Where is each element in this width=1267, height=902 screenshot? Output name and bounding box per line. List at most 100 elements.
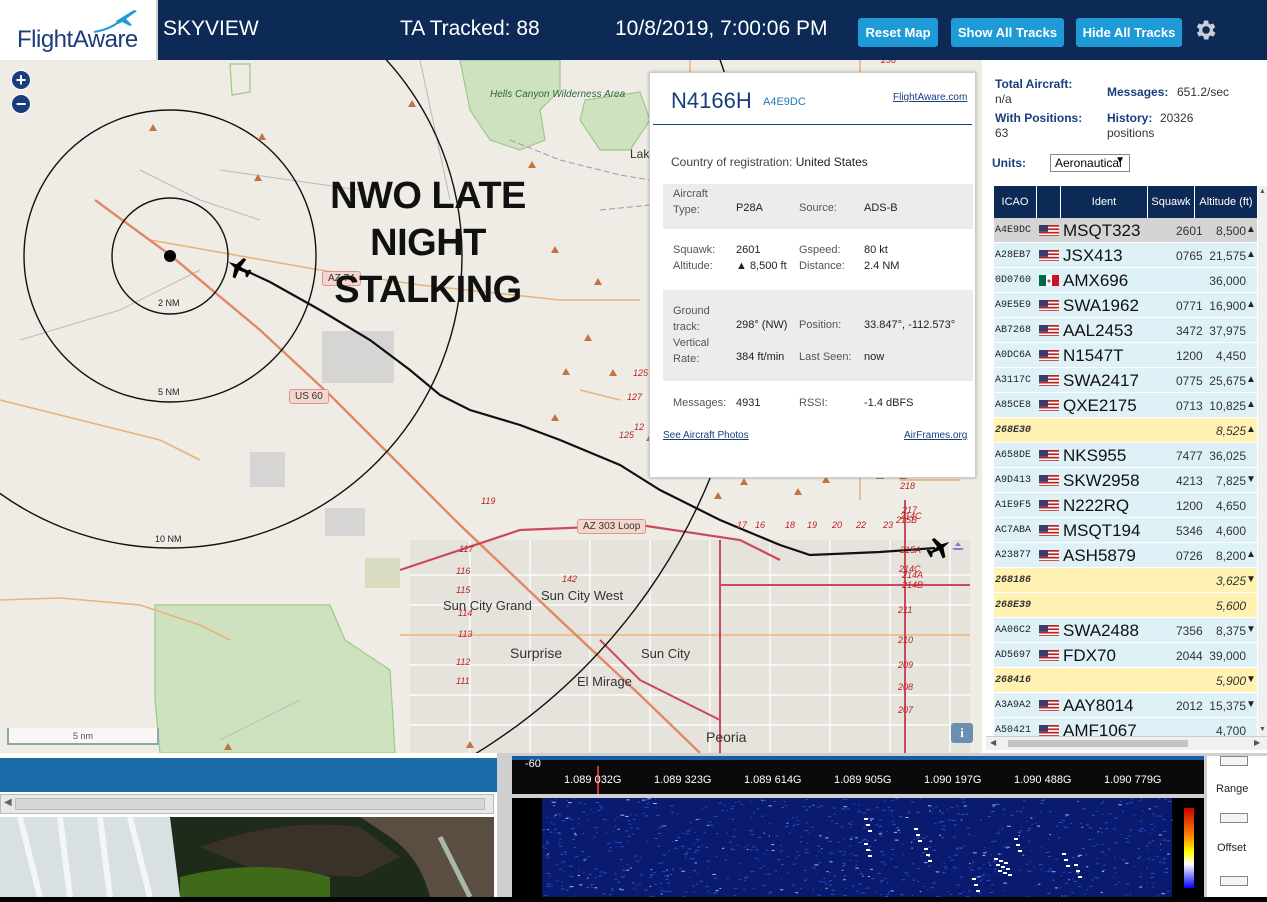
az303-shield: AZ 303 Loop <box>577 519 646 534</box>
db-label: -60 <box>525 758 541 770</box>
table-row[interactable]: 2684165,900▼ <box>994 668 1257 693</box>
table-row[interactable]: AB7268AAL2453347237,975 <box>994 318 1257 343</box>
freq-tick: 1.089 323G <box>654 774 712 786</box>
row-squawk: 7477 <box>1176 449 1203 463</box>
scroll-left-icon[interactable]: ◀ <box>990 738 996 747</box>
table-row[interactable]: A1E9F5N222RQ12004,650 <box>994 493 1257 518</box>
table-row[interactable]: A3A9A2AAY8014201215,375▼ <box>994 693 1257 718</box>
row-icao: A50421 <box>995 725 1031 736</box>
freq-tick: 1.090 488G <box>1014 774 1072 786</box>
col-squawk[interactable]: Squawk <box>1148 186 1195 218</box>
sun-city-label: Sun City <box>641 646 690 661</box>
airframes-link[interactable]: AirFrames.org <box>904 430 967 441</box>
total-aircraft-label: Total Aircraft: <box>995 77 1072 91</box>
row-icao: A9E5E9 <box>995 300 1031 311</box>
table-row[interactable]: A9E5E9SWA1962077116,900▲ <box>994 293 1257 318</box>
table-vertical-scrollbar[interactable]: ▲ ▼ <box>1258 186 1267 736</box>
mountain-peak-icon <box>594 278 602 285</box>
table-row[interactable]: AA06C2SWA248873568,375▼ <box>994 618 1257 643</box>
highway-number: 214A <box>902 570 923 580</box>
row-ident: ASH5879 <box>1063 546 1136 566</box>
zoom-out-button[interactable]: − <box>11 94 31 114</box>
table-row[interactable]: A4E9DCMSQT32326018,500▲ <box>994 218 1257 243</box>
offset-label: Offset <box>1217 842 1246 854</box>
media-pane: ◀ <box>0 753 497 897</box>
row-altitude: 5,600 <box>1201 599 1246 613</box>
aircraft-photos-link[interactable]: See Aircraft Photos <box>663 430 749 441</box>
source-label: Source: <box>799 202 837 214</box>
table-row[interactable]: A0DC6AN1547T12004,450 <box>994 343 1257 368</box>
freq-tick: 1.089 032G <box>564 774 622 786</box>
hide-all-tracks-button[interactable]: Hide All Tracks <box>1076 18 1182 47</box>
popup-icao[interactable]: A4E9DC <box>763 96 806 108</box>
table-row[interactable]: A9D413SKW295842137,825▼ <box>994 468 1257 493</box>
us-flag-icon <box>1039 399 1059 411</box>
zoom-in-button[interactable]: + <box>11 70 31 90</box>
highway-number: 17 <box>737 520 747 530</box>
media-scrollbar[interactable]: ◀ <box>0 794 494 814</box>
row-ident: MSQT323 <box>1063 221 1140 241</box>
gear-icon[interactable] <box>1192 17 1218 43</box>
row-squawk: 0765 <box>1176 249 1203 263</box>
table-row[interactable]: A3117CSWA2417077525,675▲ <box>994 368 1257 393</box>
row-ident: AMX696 <box>1063 271 1128 291</box>
overlay-caption: NWO LATE NIGHT STALKING <box>273 173 583 314</box>
table-row[interactable]: A85CE8QXE2175071310,825▲ <box>994 393 1257 418</box>
col-altitude[interactable]: Altitude (ft) <box>1195 186 1257 218</box>
table-row[interactable]: AD5697FDX70204439,000 <box>994 643 1257 668</box>
scroll-down-icon[interactable]: ▼ <box>1259 726 1266 733</box>
ta-tracked-count: TA Tracked: 88 <box>400 17 540 41</box>
waterfall-photo <box>0 817 494 897</box>
reset-map-button[interactable]: Reset Map <box>858 18 938 47</box>
flightaware-link[interactable]: FlightAware.com <box>893 92 967 103</box>
col-icao[interactable]: ICAO <box>994 186 1037 218</box>
scroll-left-icon[interactable]: ◀ <box>4 797 12 808</box>
spectrogram-canvas <box>512 798 1204 897</box>
gain-slider[interactable] <box>1220 756 1248 766</box>
table-row[interactable]: A50421AMF10674,700 <box>994 718 1257 736</box>
range-slider[interactable] <box>1220 813 1248 823</box>
table-row[interactable]: 0D0760AMX69636,000 <box>994 268 1257 293</box>
info-button[interactable]: i <box>951 723 973 743</box>
popup-track-section: Ground track: 298° (NW) Position: 33.847… <box>663 290 973 381</box>
table-row[interactable]: A23877ASH587907268,200▲ <box>994 543 1257 568</box>
table-row[interactable]: AC7ABAMSQT19453464,600 <box>994 518 1257 543</box>
squawk-value: 2601 <box>736 244 760 256</box>
aircraft-type-label: Aircraft Type: <box>673 186 723 218</box>
row-altitude: 4,600 <box>1201 524 1246 538</box>
row-squawk: 5346 <box>1176 524 1203 538</box>
gspeed-label: Gspeed: <box>799 244 841 256</box>
vertical-rate-label: Vertical Rate: <box>673 335 723 367</box>
scroll-thumb[interactable] <box>1008 740 1188 747</box>
col-ident[interactable]: Ident <box>1061 186 1148 218</box>
hells-canyon-label: Hells Canyon Wilderness Area <box>490 89 560 101</box>
history-count: 20326 <box>1160 111 1193 125</box>
mountain-peak-icon <box>584 334 592 341</box>
messages-value: 4931 <box>736 397 760 409</box>
table-row[interactable]: 268E308,525▲ <box>994 418 1257 443</box>
highway-number: 215A <box>900 545 921 555</box>
sun-city-grand-label: Sun City Grand <box>443 598 532 613</box>
highway-number: 116 <box>456 566 470 576</box>
ground-track-value: 298° (NW) <box>736 319 787 331</box>
table-horizontal-scrollbar[interactable]: ◀ ▶ <box>986 736 1267 750</box>
scroll-right-icon[interactable]: ▶ <box>1254 738 1260 747</box>
media-scroll-thumb[interactable] <box>15 798 485 810</box>
col-flag[interactable] <box>1037 186 1061 218</box>
top-bar: FlightAware SKYVIEW TA Tracked: 88 10/8/… <box>0 0 1267 60</box>
table-row[interactable]: 268E39 5,600 <box>994 593 1257 618</box>
row-icao: 268E39 <box>995 600 1031 611</box>
row-icao: 268186 <box>995 575 1031 586</box>
rssi-value: -1.4 dBFS <box>864 397 914 409</box>
distance-value: 2.4 NM <box>864 260 899 272</box>
surprise-label: Surprise <box>510 645 562 661</box>
scroll-up-icon[interactable]: ▲ <box>1259 188 1266 195</box>
table-row[interactable]: 2681863,625▼ <box>994 568 1257 593</box>
units-select[interactable]: Aeronautical ▼ <box>1050 154 1130 172</box>
table-row[interactable]: A28EB7JSX413076521,575▲ <box>994 243 1257 268</box>
show-all-tracks-button[interactable]: Show All Tracks <box>951 18 1064 47</box>
row-altitude: 36,025 <box>1201 449 1246 463</box>
table-row[interactable]: A658DENKS955747736,025 <box>994 443 1257 468</box>
flightaware-logo[interactable]: FlightAware <box>0 0 158 60</box>
offset-slider[interactable] <box>1220 876 1248 886</box>
